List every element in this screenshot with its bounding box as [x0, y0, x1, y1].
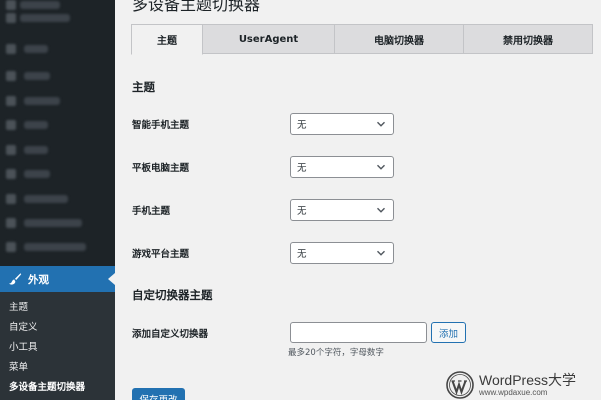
custom-switcher-label: 添加自定义切换器 [132, 329, 209, 340]
tab-disable-switcher[interactable]: 禁用切换器 [463, 24, 593, 54]
chevron-down-icon [376, 162, 386, 172]
blurred-menu-icon [6, 169, 16, 179]
select-value: 无 [297, 120, 307, 131]
section-title-theme: 主题 [132, 80, 155, 94]
chevron-down-icon [376, 119, 386, 129]
watermark-url: www.wpdaxue.com [479, 387, 548, 397]
add-button[interactable]: 添加 [431, 322, 466, 343]
select-value: 无 [297, 206, 307, 217]
submenu-item-themes[interactable]: 主题 [0, 298, 115, 318]
chevron-down-icon [376, 205, 386, 215]
blurred-menu-item[interactable] [24, 219, 82, 227]
blurred-menu-icon [6, 145, 16, 155]
mobile-theme-select[interactable]: 无 [290, 199, 394, 221]
tablet-theme-select[interactable]: 无 [290, 156, 394, 178]
watermark: WordPress大学 www.wpdaxue.com [446, 370, 601, 400]
blurred-menu-icon [6, 120, 16, 130]
watermark-text: WordPress大学 www.wpdaxue.com [479, 371, 576, 398]
blurred-menu-item[interactable] [24, 243, 86, 251]
select-value: 无 [297, 249, 307, 260]
blurred-menu-icon [6, 194, 16, 204]
paintbrush-icon [8, 272, 22, 286]
wordpress-logo-icon [446, 371, 474, 399]
blurred-menu-item[interactable] [24, 195, 68, 203]
custom-switcher-input[interactable] [290, 322, 427, 343]
blurred-menu-item[interactable] [24, 45, 48, 53]
main-content: 多设备主题切换器 主题 UserAgent 电脑切换器 禁用切换器 主题 智能手… [115, 0, 601, 400]
tab-bar: 主题 UserAgent 电脑切换器 禁用切换器 [131, 24, 593, 55]
blurred-menu-icon [6, 0, 16, 10]
admin-sidebar: 外观 主题 自定义 小工具 菜单 多设备主题切换器 [0, 0, 115, 400]
chevron-down-icon [376, 248, 386, 258]
tablet-theme-label: 平板电脑主题 [132, 163, 190, 174]
tab-theme[interactable]: 主题 [131, 24, 203, 55]
blurred-menu-icon [6, 44, 16, 54]
smartphone-theme-select[interactable]: 无 [290, 113, 394, 135]
custom-switcher-hint: 最多20个字符，字母数字 [288, 348, 384, 358]
tab-pc-switcher[interactable]: 电脑切换器 [334, 24, 464, 54]
appearance-submenu: 主题 自定义 小工具 菜单 多设备主题切换器 [0, 292, 115, 400]
section-title-custom-switcher: 自定切换器主题 [132, 288, 213, 302]
blurred-menu-item[interactable] [24, 72, 50, 80]
submenu-item-widgets[interactable]: 小工具 [0, 338, 115, 358]
watermark-title: WordPress大学 [479, 371, 576, 388]
blurred-menu-item[interactable] [24, 97, 60, 105]
select-value: 无 [297, 163, 307, 174]
tab-useragent[interactable]: UserAgent [202, 24, 335, 54]
blurred-menu-icon [6, 242, 16, 252]
sidebar-item-label: 外观 [28, 273, 49, 286]
page-title: 多设备主题切换器 [132, 0, 261, 14]
submenu-item-menus[interactable]: 菜单 [0, 358, 115, 378]
blurred-menu-item[interactable] [24, 170, 50, 178]
smartphone-theme-label: 智能手机主题 [132, 120, 190, 131]
blurred-menu-icon [6, 13, 16, 23]
blurred-menu-icon [6, 218, 16, 228]
game-platform-theme-label: 游戏平台主题 [132, 249, 190, 260]
blurred-menu-icon [6, 71, 16, 81]
submenu-item-theme-switcher[interactable]: 多设备主题切换器 [0, 378, 115, 398]
sidebar-item-appearance[interactable]: 外观 [0, 266, 115, 292]
submenu-item-customize[interactable]: 自定义 [0, 318, 115, 338]
blurred-menu-item[interactable] [24, 121, 48, 129]
game-platform-theme-select[interactable]: 无 [290, 242, 394, 264]
blurred-menu-item[interactable] [20, 14, 70, 22]
blurred-menu-item[interactable] [24, 146, 48, 154]
save-button[interactable]: 保存更改 [132, 388, 185, 400]
blurred-menu-item[interactable] [20, 1, 60, 9]
blurred-menu-icon [6, 96, 16, 106]
mobile-theme-label: 手机主题 [132, 206, 171, 217]
